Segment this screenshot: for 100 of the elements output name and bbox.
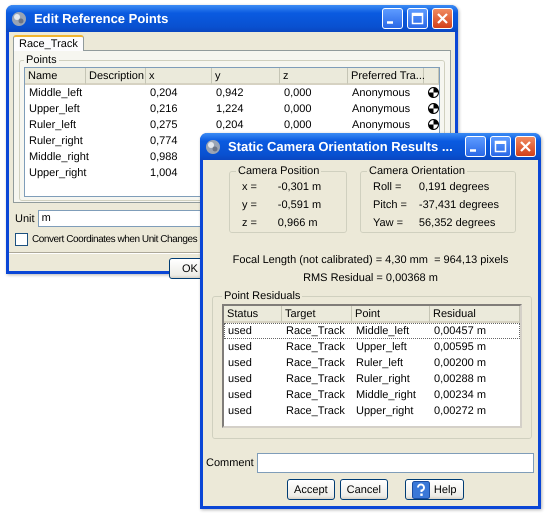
checkbox[interactable] [15, 233, 28, 246]
table-row[interactable]: used Race_Track Ruler_left 0,00200 m [224, 355, 520, 371]
focal-length-text: Focal Length (not calibrated) = 4,30 mm = 964,13 pixels [232, 254, 510, 266]
value-text: -37,431 degrees [418, 199, 500, 211]
checkbox-label: Convert Coordinates when Unit Changes [32, 234, 198, 245]
value-label: Yaw = [373, 217, 404, 229]
table-cell-text: Upper_right [355, 404, 414, 419]
app-icon [11, 10, 27, 26]
table-cell-text: used [227, 404, 253, 419]
comment-label: Comment [206, 457, 254, 469]
table-cell-text: used [227, 372, 253, 387]
table-cell-text: 1,224 [215, 102, 245, 117]
column-header[interactable]: Target [282, 306, 352, 323]
table-cell-text: Anonymous [351, 102, 412, 117]
value-label: x = [242, 181, 258, 193]
table-row[interactable]: used Race_Track Ruler_right 0,00288 m [224, 371, 520, 387]
unit-label: Unit [15, 212, 35, 224]
column-header[interactable]: x [146, 68, 212, 85]
table-cell-text: 0,942 [215, 86, 245, 101]
value-text: 0,191 degrees [418, 181, 490, 193]
title-bar[interactable]: Edit Reference Points [6, 5, 458, 32]
value-label: Roll = [373, 181, 402, 193]
table-cell-text: Race_Track [285, 404, 346, 419]
column-header[interactable]: Description [86, 68, 146, 85]
help-button[interactable]: Help [404, 479, 464, 500]
title-bar[interactable]: Static Camera Orientation Results ... [200, 133, 541, 160]
table-cell-text: Race_Track [285, 324, 346, 339]
value-text: -0,301 m [278, 181, 322, 193]
minimize-button[interactable] [382, 8, 403, 29]
close-icon [519, 140, 532, 153]
tab[interactable]: Race_Track [13, 35, 84, 51]
group-title: Point Residuals [223, 290, 302, 302]
table-row[interactable]: used Race_Track Middle_left 0,00457 m [224, 323, 520, 339]
table-cell-text: 1,004 [149, 166, 179, 181]
group-title: Camera Position [237, 165, 320, 177]
dialog-button[interactable]: Accept [287, 479, 335, 500]
table-row[interactable]: used Race_Track Upper_right 0,00272 m [224, 403, 520, 419]
rms-residual-text: RMS Residual = 0,00368 m [302, 272, 439, 284]
maximize-button[interactable] [490, 136, 511, 157]
dialog-button[interactable]: Cancel [340, 479, 388, 500]
window-title: Edit Reference Points [34, 11, 170, 26]
maximize-button[interactable] [407, 8, 428, 29]
maximize-icon [494, 140, 507, 153]
table-cell-text: Ruler_left [355, 356, 404, 371]
table-cell-text: 0,774 [149, 134, 179, 149]
value-text: 56,352 degrees [418, 217, 496, 229]
table-cell-text: Race_Track [285, 356, 346, 371]
close-button[interactable] [432, 8, 453, 29]
comment-field[interactable] [256, 453, 534, 473]
minimize-icon [470, 149, 476, 152]
app-icon [205, 138, 221, 154]
value-text: 0,966 m [278, 217, 319, 229]
table-cell-text: Race_Track [285, 340, 346, 355]
table-cell-text: Ruler_right [28, 134, 84, 149]
minimize-icon [387, 21, 393, 24]
table-cell-text: 0,000 [283, 102, 313, 117]
table-cell-text: Upper_left [355, 340, 408, 355]
table-cell-text: used [227, 388, 253, 403]
table-cell-text: 0,00457 m [433, 324, 487, 339]
table-cell-text: 0,00595 m [433, 340, 487, 355]
table-cell-text: 0,00288 m [433, 372, 487, 387]
table-cell-text: Ruler_right [355, 372, 411, 387]
column-header[interactable]: Residual [430, 306, 520, 323]
value-label: z = [242, 217, 258, 229]
table-cell-text: Middle_left [355, 324, 410, 339]
table-row[interactable]: used Race_Track Middle_right 0,00234 m [224, 387, 520, 403]
value-text: -0,591 m [278, 199, 322, 211]
table-cell-text: used [227, 324, 253, 339]
value-label: Pitch = [373, 199, 408, 211]
table-cell-text: Anonymous [351, 118, 412, 133]
table-cell-text: 0,204 [149, 86, 179, 101]
window-title: Static Camera Orientation Results ... [228, 139, 454, 154]
maximize-icon [411, 12, 424, 25]
table-cell-text: Anonymous [351, 86, 412, 101]
column-header[interactable]: Point [352, 306, 430, 323]
column-header[interactable]: Preferred Tra... [348, 68, 424, 85]
table-cell-text: 0,000 [283, 86, 313, 101]
table-cell-text: used [227, 340, 253, 355]
group-title: Points [25, 54, 58, 66]
table-cell-text: 0,216 [149, 102, 179, 117]
help-icon [412, 480, 430, 498]
minimize-button[interactable] [465, 136, 486, 157]
table-cell-text: 0,204 [215, 118, 245, 133]
column-header[interactable]: z [280, 68, 348, 85]
column-header[interactable]: Status [224, 306, 282, 323]
table-cell-text: Middle_left [28, 86, 84, 101]
table-cell-text: Upper_right [28, 166, 86, 181]
group-title: Camera Orientation [368, 165, 466, 177]
table-cell-text: 0,000 [283, 118, 313, 133]
table-cell-text: 0,00200 m [433, 356, 487, 371]
column-header[interactable]: Name [25, 68, 86, 85]
column-header[interactable]: y [212, 68, 280, 85]
value-label: y = [242, 199, 258, 211]
table-cell-text: Race_Track [285, 372, 346, 387]
close-button[interactable] [515, 136, 536, 157]
table-cell-text: used [227, 356, 253, 371]
table-row[interactable]: used Race_Track Upper_left 0,00595 m [224, 339, 520, 355]
close-icon [436, 12, 449, 25]
table-cell-text: Upper_left [28, 102, 81, 117]
table-cell-text: Race_Track [285, 388, 346, 403]
